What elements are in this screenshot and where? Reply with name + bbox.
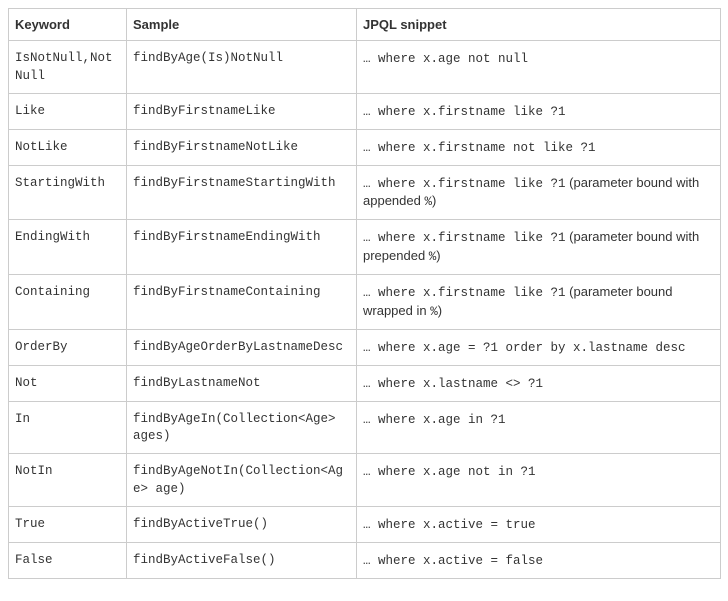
keyword-code: EndingWith — [15, 230, 90, 244]
cell-keyword: Not — [9, 365, 127, 401]
cell-sample: findByAgeOrderByLastnameDesc — [127, 329, 357, 365]
jpql-extra-post: ) — [432, 193, 436, 208]
cell-sample: findByAge(Is)NotNull — [127, 41, 357, 94]
cell-sample: findByAgeIn(Collection<Age> ages) — [127, 401, 357, 454]
cell-sample: findByFirstnameEndingWith — [127, 220, 357, 275]
jpql-code: … where x.age = ?1 order by x.lastname d… — [363, 341, 686, 355]
sample-code: findByFirstnameContaining — [133, 285, 321, 299]
cell-jpql: … where x.firstname like ?1 (parameter b… — [357, 165, 721, 220]
keyword-code: NotIn — [15, 464, 53, 478]
cell-jpql: … where x.age not null — [357, 41, 721, 94]
cell-jpql: … where x.firstname like ?1 — [357, 93, 721, 129]
keyword-code: False — [15, 553, 53, 567]
cell-sample: findByFirstnameNotLike — [127, 129, 357, 165]
keyword-code: True — [15, 517, 45, 531]
keyword-table: Keyword Sample JPQL snippet IsNotNull,No… — [8, 8, 721, 579]
jpql-code: … where x.age not null — [363, 52, 528, 66]
table-header-row: Keyword Sample JPQL snippet — [9, 9, 721, 41]
cell-keyword: True — [9, 507, 127, 543]
cell-jpql: … where x.age = ?1 order by x.lastname d… — [357, 329, 721, 365]
cell-sample: findByFirstnameLike — [127, 93, 357, 129]
sample-code: findByAgeNotIn(Collection<Age> age) — [133, 464, 343, 496]
cell-jpql: … where x.age not in ?1 — [357, 454, 721, 507]
table-body: IsNotNull,NotNull findByAge(Is)NotNull … w… — [9, 41, 721, 579]
keyword-code: Not — [15, 376, 38, 390]
jpql-code: … where x.lastname <> ?1 — [363, 377, 543, 391]
table-row: NotLike findByFirstnameNotLike … where x.f… — [9, 129, 721, 165]
sample-code: findByFirstnameEndingWith — [133, 230, 321, 244]
cell-sample: findByFirstnameStartingWith — [127, 165, 357, 220]
cell-jpql: … where x.lastname <> ?1 — [357, 365, 721, 401]
sample-code: findByAgeOrderByLastnameDesc — [133, 340, 343, 354]
table-row: StartingWith findByFirstnameStartingWith …… — [9, 165, 721, 220]
sample-code: findByActiveFalse() — [133, 553, 276, 567]
cell-keyword: Containing — [9, 275, 127, 330]
cell-jpql: … where x.firstname like ?1 (parameter b… — [357, 220, 721, 275]
sample-code: findByFirstnameLike — [133, 104, 276, 118]
sample-code: findByActiveTrue() — [133, 517, 268, 531]
table-row: Containing findByFirstnameContaining … whe… — [9, 275, 721, 330]
jpql-code: … where x.age in ?1 — [363, 413, 506, 427]
cell-sample: findByLastnameNot — [127, 365, 357, 401]
jpql-code: … where x.firstname like ?1 — [363, 177, 566, 191]
cell-jpql: … where x.age in ?1 — [357, 401, 721, 454]
sample-code: findByAge(Is)NotNull — [133, 51, 283, 65]
cell-keyword: StartingWith — [9, 165, 127, 220]
cell-keyword: NotIn — [9, 454, 127, 507]
cell-keyword: EndingWith — [9, 220, 127, 275]
jpql-extra-code: % — [424, 195, 432, 209]
cell-jpql: … where x.firstname like ?1 (parameter b… — [357, 275, 721, 330]
jpql-code: … where x.firstname like ?1 — [363, 105, 566, 119]
keyword-code: Containing — [15, 285, 90, 299]
sample-code: findByLastnameNot — [133, 376, 261, 390]
jpql-extra-post: ) — [438, 303, 442, 318]
table-row: EndingWith findByFirstnameEndingWith … whe… — [9, 220, 721, 275]
table-row: Like findByFirstnameLike … where x.firstna… — [9, 93, 721, 129]
cell-keyword: In — [9, 401, 127, 454]
cell-keyword: IsNotNull,NotNull — [9, 41, 127, 94]
keyword-code: StartingWith — [15, 176, 105, 190]
table-row: OrderBy findByAgeOrderByLastnameDesc … whe… — [9, 329, 721, 365]
keyword-code: In — [15, 412, 30, 426]
cell-keyword: False — [9, 542, 127, 578]
cell-keyword: NotLike — [9, 129, 127, 165]
jpql-code: … where x.firstname like ?1 — [363, 286, 566, 300]
keyword-code: IsNotNull,NotNull — [15, 51, 113, 83]
jpql-code: … where x.firstname not like ?1 — [363, 141, 596, 155]
jpql-extra-post: ) — [436, 248, 440, 263]
cell-sample: findByActiveFalse() — [127, 542, 357, 578]
sample-code: findByFirstnameStartingWith — [133, 176, 336, 190]
table-row: NotIn findByAgeNotIn(Collection<Age> age)… — [9, 454, 721, 507]
jpql-code: … where x.active = true — [363, 518, 536, 532]
table-row: IsNotNull,NotNull findByAge(Is)NotNull … w… — [9, 41, 721, 94]
cell-jpql: … where x.firstname not like ?1 — [357, 129, 721, 165]
jpql-code: … where x.active = false — [363, 554, 543, 568]
cell-jpql: … where x.active = false — [357, 542, 721, 578]
table-row: True findByActiveTrue() … where x.active =… — [9, 507, 721, 543]
jpql-code: … where x.age not in ?1 — [363, 465, 536, 479]
table-row: Not findByLastnameNot … where x.lastname <… — [9, 365, 721, 401]
cell-sample: findByActiveTrue() — [127, 507, 357, 543]
jpql-extra-code: % — [430, 305, 438, 319]
cell-sample: findByFirstnameContaining — [127, 275, 357, 330]
header-jpql: JPQL snippet — [357, 9, 721, 41]
keyword-code: Like — [15, 104, 45, 118]
cell-keyword: OrderBy — [9, 329, 127, 365]
keyword-code: NotLike — [15, 140, 68, 154]
header-sample: Sample — [127, 9, 357, 41]
header-keyword: Keyword — [9, 9, 127, 41]
cell-jpql: … where x.active = true — [357, 507, 721, 543]
table-row: In findByAgeIn(Collection<Age> ages) … whe… — [9, 401, 721, 454]
sample-code: findByAgeIn(Collection<Age> ages) — [133, 412, 336, 444]
keyword-code: OrderBy — [15, 340, 68, 354]
sample-code: findByFirstnameNotLike — [133, 140, 298, 154]
cell-keyword: Like — [9, 93, 127, 129]
table-row: False findByActiveFalse() … where x.active… — [9, 542, 721, 578]
cell-sample: findByAgeNotIn(Collection<Age> age) — [127, 454, 357, 507]
jpql-code: … where x.firstname like ?1 — [363, 231, 566, 245]
